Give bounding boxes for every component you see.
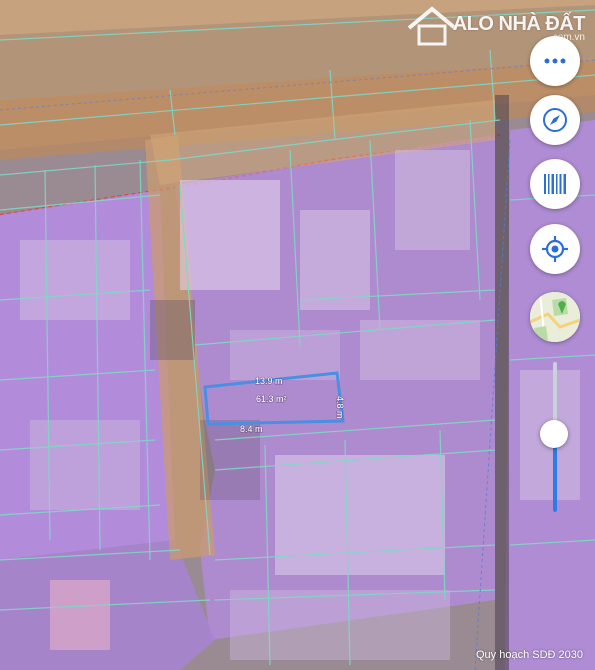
compass-icon [543, 108, 567, 132]
more-button[interactable] [530, 36, 580, 86]
parcel-top-edge-label: 13.9 m [255, 376, 283, 386]
house-logo-icon [407, 6, 457, 46]
zoom-slider-thumb[interactable] [540, 420, 568, 448]
parcel-bottom-edge-label: 8.4 m [240, 424, 263, 434]
parcel-area-label: 61.3 m² [256, 394, 287, 404]
satellite-map[interactable]: 13.9 m 61.3 m² 4.8 m 8.4 m [0, 0, 595, 670]
compass-button[interactable] [530, 95, 580, 145]
more-icon [544, 58, 566, 64]
map-layer-thumbnail [530, 292, 580, 342]
parcel-right-edge-label: 4.8 m [335, 396, 345, 419]
barcode-icon [544, 174, 566, 194]
planning-caption: Quy hoạch SDĐ 2030 [475, 649, 583, 661]
logo-name: ALO NHÀ ĐẤT [452, 13, 586, 35]
locate-button[interactable] [530, 224, 580, 274]
crosshair-icon [542, 236, 568, 262]
barcode-button[interactable] [530, 159, 580, 209]
map-layer-button[interactable] [530, 292, 580, 342]
